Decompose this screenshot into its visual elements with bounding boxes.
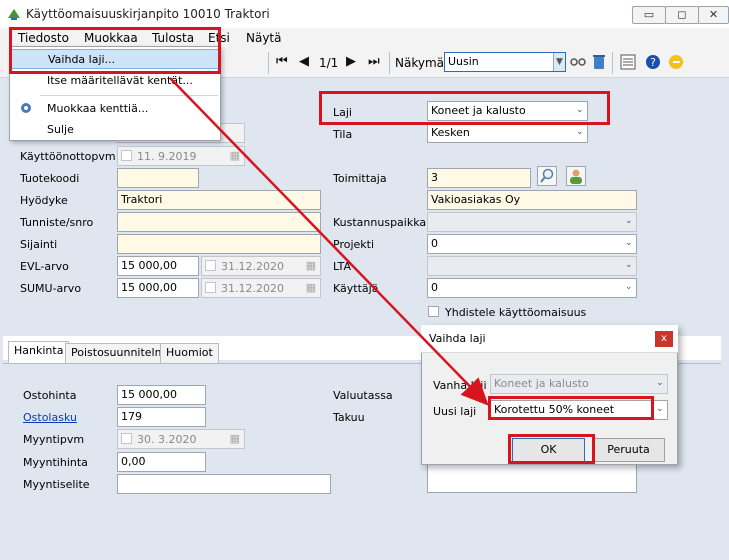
annotation-arrow-icon [169, 77, 489, 406]
